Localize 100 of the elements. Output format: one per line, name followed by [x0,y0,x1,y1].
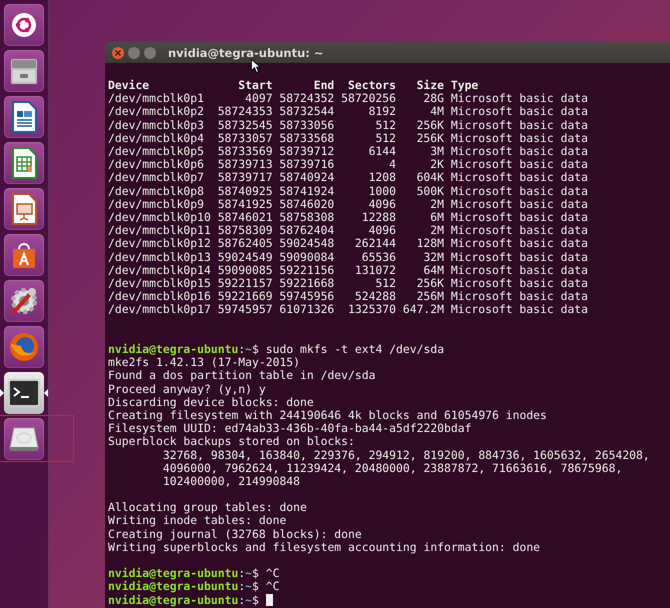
table-cell-text: 58740924 [278,171,334,185]
table-cell-text: Microsoft basic data [450,171,588,185]
table-cell: /dev/mmcblk0p16 [108,290,211,304]
table-cell-text: 65536 [360,250,396,264]
output-line: Creating filesystem with 244190646 4k blocks and 61054976 inodes [108,408,547,422]
prompt-path: ~ [245,343,252,356]
table-cell-text: 59745956 [278,290,334,304]
output-line: Allocating group tables: done [108,501,307,514]
table-cell-text: 4096 [368,198,396,212]
table-cell-text: 2M [429,224,444,238]
table-cell-text: 58741925 [216,198,273,212]
launcher-item[interactable] [4,372,44,414]
launcher-item[interactable] [4,188,44,230]
table-cell-text: /dev/mmcblk0p9 [108,198,206,212]
prompt-separator: : [238,343,246,356]
output-line: Writing superblocks and filesystem accounting information: done [108,540,540,554]
table-cell-text: 1325370 [347,303,396,317]
table-cell-text: 59745957 [216,303,273,317]
table-cell-text: 512 [374,132,396,146]
prompt-path: ~ [245,594,252,607]
file-cabinet-icon [9,56,39,86]
globe-fox-icon [8,331,40,363]
table-cell-text: 58739716 [278,158,334,172]
table-cell-text: 64M [422,264,444,278]
table-cell-text: Microsoft basic data [450,132,588,146]
launcher-item[interactable] [4,234,44,276]
table-cell-text: 262144 [354,237,396,251]
prompt-separator: : [238,594,246,607]
table-cell-text: 256K [416,132,444,146]
spreadsheet-icon [9,147,39,179]
table-cell-text: 3M [429,145,444,158]
ubuntu-logo-icon [11,12,37,38]
table-cell-text: 59090085 [216,264,273,278]
launcher-item[interactable] [4,280,44,322]
table-cell-text: Microsoft basic data [450,303,588,317]
table-cell-text: 58732545 [216,118,273,132]
output-line: Creating journal (32768 blocks): done [108,528,362,541]
output-line: Discarding device blocks: done [108,396,314,409]
terminal-icon [8,378,40,408]
table-cell: /dev/mmcblk0p11 [108,224,211,238]
prompt-user-host: nvidia@tegra-ubuntu [108,580,238,594]
prompt-symbol: $ [252,567,259,580]
output-line: Writing inode tables: done [108,514,286,528]
table-cell: /dev/mmcblk0p13 [108,250,211,264]
window-title: nvidia@tegra-ubuntu: ~ [168,46,324,60]
table-cell-text: Microsoft basic data [450,92,588,106]
prompt-symbol: $ [252,343,259,356]
table-cell-text: 128M [416,237,444,251]
table-cell-text: 256K [416,118,444,132]
table-cell-text: 59221669 [216,290,273,304]
table-cell-text: 1000 [368,184,396,198]
maximize-button[interactable] [144,46,156,58]
launcher-item[interactable] [4,4,44,46]
table-cell-text: 58720256 [340,92,396,106]
table-cell-text: 58732544 [278,105,334,119]
launcher-item[interactable] [4,96,44,138]
table-cell: /dev/mmcblk0p10 [108,211,211,224]
table-cell-text: Microsoft basic data [450,237,588,251]
table-cell-text: 4096 [368,224,396,238]
table-cell-text: 58724353 [216,105,273,119]
table-cell-text: 604K [416,171,444,185]
table-cell-text: 4M [429,105,444,119]
launcher-item[interactable] [4,418,44,460]
table-cell-text: Microsoft basic data [450,290,588,304]
output-line: Superblock backups stored on blocks: [108,435,355,449]
table-cell-text: /dev/mmcblk0p6 [108,158,206,172]
document-icon [9,101,39,133]
table-cell-text: Microsoft basic data [450,198,588,212]
launcher-item[interactable] [4,50,44,92]
table-cell-text: 131072 [354,264,396,278]
presentation-icon [9,193,39,225]
table-cell-text: Microsoft basic data [450,145,588,158]
table-cell-text: 58739713 [216,158,273,172]
prompt-symbol: $ [252,594,259,607]
output-line: 32768, 98304, 163840, 229376, 294912, 819200, 884736, 1605632, 2654208, [162,448,650,462]
table-cell-text: 59221157 [216,277,273,290]
table-cell-text: 1208 [368,171,396,185]
table-cell-text: Microsoft basic data [450,250,588,264]
table-cell-text: 512 [374,118,396,132]
table-cell-text: /dev/mmcblk0p7 [108,171,206,185]
table-cell-text: 58746020 [278,198,334,212]
table-cell-text: Microsoft basic data [450,158,588,172]
launcher-item[interactable] [4,142,44,184]
minimize-button[interactable] [128,46,140,58]
table-cell-text: 4097 [244,92,273,106]
table-cell-text: 58733056 [278,118,334,132]
prompt-separator: : [238,580,246,594]
table-cell-text: 58724352 [278,92,334,106]
gear-wrench-icon [8,285,40,317]
table-cell-text: 58739717 [216,171,273,185]
prompt-user-host: nvidia@tegra-ubuntu [108,594,238,607]
table-cell-text: 647.2M [402,303,444,317]
table-cell-text: 256K [416,277,444,290]
table-cell: /dev/mmcblk0p17 [108,303,211,317]
table-cell-text: 58762405 [216,237,273,251]
prompt-user-host: nvidia@tegra-ubuntu [108,567,238,580]
table-cell-text: 61071326 [278,303,334,317]
table-cell-text: 59090084 [278,250,334,264]
close-button[interactable] [112,46,124,58]
table-cell-text: 58733568 [278,132,334,146]
